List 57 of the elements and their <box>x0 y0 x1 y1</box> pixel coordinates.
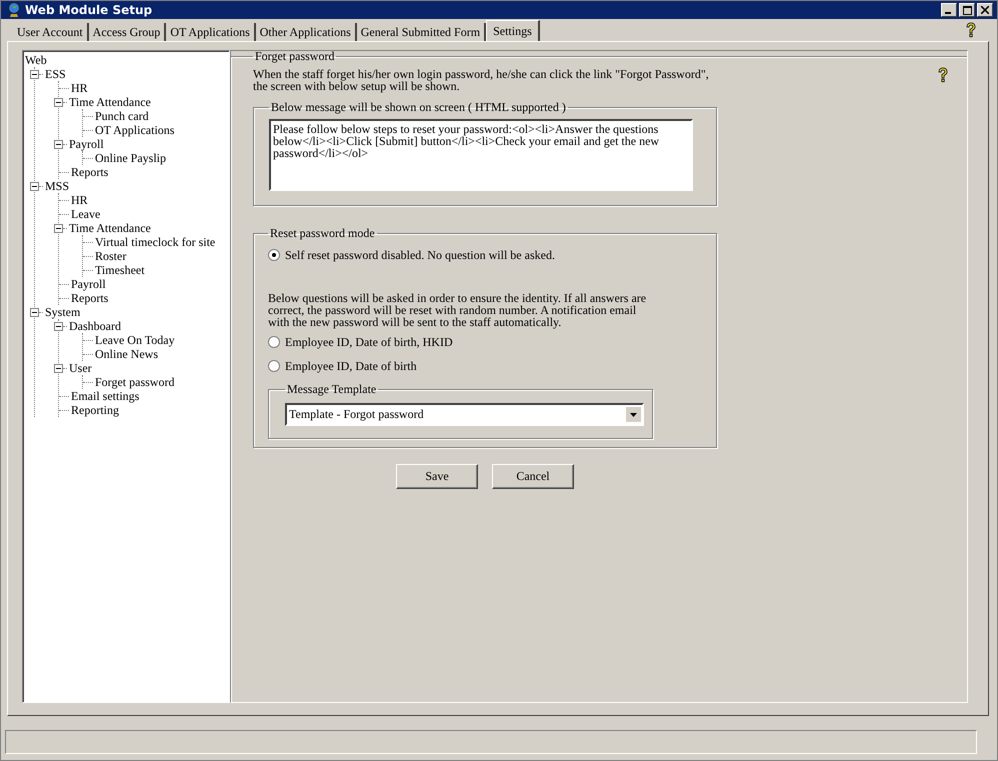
note-text: Below questions will be asked in order to ensure the identity. If all answers are correct, the password will be reset with random number. A notification email with the new password will be sent to the staff automatically. <box>268 292 648 328</box>
radio-option[interactable]: Employee ID, Date of birth <box>268 358 653 374</box>
tree-item[interactable]: Forget password <box>95 375 174 389</box>
tree-item[interactable]: MSS <box>45 179 70 193</box>
tree-item[interactable]: Online Payslip <box>95 151 166 165</box>
dialog-button[interactable]: Cancel <box>492 464 574 489</box>
tree-item[interactable]: Punch card <box>95 109 149 123</box>
template-dropdown[interactable]: Template - Forgot password <box>285 403 644 426</box>
tree-item[interactable]: Virtual timeclock for site <box>95 235 216 249</box>
tree-item[interactable]: User <box>69 361 92 375</box>
group-title: Below message will be shown on screen ( HTML supported ) <box>270 100 567 115</box>
tree-item[interactable]: Time Attendance <box>69 221 151 235</box>
tree-item[interactable]: Online News <box>95 347 158 361</box>
tree-item[interactable]: Leave On Today <box>95 333 175 347</box>
tree-item[interactable]: Reports <box>71 165 108 179</box>
close-button[interactable] <box>977 3 993 17</box>
collapse-icon[interactable] <box>54 98 63 106</box>
radio-option[interactable]: Self reset password disabled. No question will be asked. <box>268 247 653 263</box>
tree-item[interactable]: Dashboard <box>69 319 121 333</box>
tree-item[interactable]: Leave <box>71 207 100 221</box>
tree-item[interactable]: Payroll <box>71 277 106 291</box>
tree-item[interactable]: Timesheet <box>95 263 145 277</box>
radio-option[interactable]: Employee ID, Date of birth, HKID <box>268 334 653 350</box>
globe-icon <box>7 2 21 18</box>
tree-item[interactable]: Reporting <box>71 403 119 417</box>
collapse-icon[interactable] <box>30 308 39 316</box>
collapse-icon[interactable] <box>30 182 39 190</box>
tree-item[interactable]: Email settings <box>71 389 140 403</box>
group-title: Reset password mode <box>269 226 376 241</box>
maximize-icon <box>962 6 972 14</box>
tree-item[interactable]: ESS <box>45 67 66 81</box>
message-field[interactable]: Please follow below steps to reset your password:<ol><li>Answer the questions below</li><li>Click [Submit] button</li><li>Check your email and get the new password</li></ol> <box>269 119 693 191</box>
description-text: When the staff forget his/her own login password, he/she can click the link "Forgot Password", the screen with below setup will be shown. <box>253 68 710 92</box>
maximize-button[interactable] <box>959 3 975 17</box>
collapse-icon[interactable] <box>54 322 63 330</box>
window-title: Web Module Setup <box>25 3 152 17</box>
group-title: Forget password <box>254 49 336 64</box>
minimize-button[interactable] <box>941 3 957 17</box>
tree-item[interactable]: HR <box>71 81 88 95</box>
close-icon <box>981 6 989 14</box>
help-icon[interactable] <box>965 22 977 38</box>
tree-item[interactable]: HR <box>71 193 88 207</box>
tab[interactable]: Settings <box>486 20 540 41</box>
help-icon[interactable] <box>937 67 949 83</box>
tree-item[interactable]: Time Attendance <box>69 95 151 109</box>
tree-item[interactable]: Payroll <box>69 137 104 151</box>
tree-item[interactable]: Web <box>25 53 47 67</box>
collapse-icon[interactable] <box>30 70 39 78</box>
collapse-icon[interactable] <box>54 364 63 372</box>
collapse-icon[interactable] <box>54 140 63 148</box>
tree-item[interactable]: Reports <box>71 291 108 305</box>
collapse-icon[interactable] <box>54 224 63 232</box>
tree-item[interactable]: System <box>45 305 80 319</box>
dialog-button[interactable]: Save <box>396 464 478 489</box>
group-title: Message Template <box>286 382 378 397</box>
tree-item[interactable]: OT Applications <box>95 123 174 137</box>
tree-item[interactable]: Roster <box>95 249 126 263</box>
